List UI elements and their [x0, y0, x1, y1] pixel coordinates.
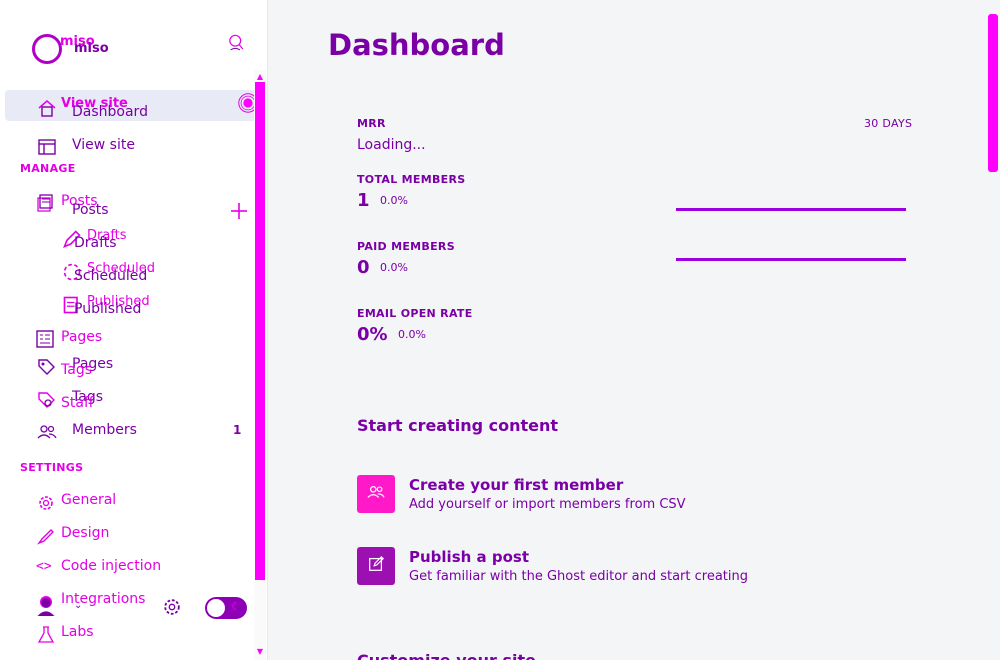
pages-icon [35, 329, 55, 349]
user-avatar-icon[interactable] [36, 596, 62, 622]
email-open-rate-value: 0% [357, 324, 388, 345]
scroll-up-arrow-icon[interactable]: ▲ [255, 72, 265, 82]
sidebar-item-dashboard[interactable]: Dashboard [72, 104, 148, 120]
night-mode-toggle[interactable]: ☾ [205, 597, 247, 619]
sidebar-item-drafts[interactable]: Drafts [74, 235, 117, 251]
sidebar-item-posts[interactable]: Posts [72, 202, 109, 218]
paid-members-change: 0.0% [380, 261, 408, 274]
search-icon[interactable] [226, 33, 248, 59]
sidebar-item-view-site[interactable]: View site [72, 137, 135, 153]
settings-section-heading: SETTINGS [20, 461, 84, 474]
create-member-description: Add yourself or import members from CSV [409, 497, 686, 512]
sidebar: miso miso View site Dashboard View site … [0, 0, 268, 660]
mrr-value: Loading... [357, 137, 426, 153]
sidebar-item-published[interactable]: Published [74, 301, 141, 317]
total-members-label: TOTAL MEMBERS [357, 173, 466, 186]
customize-site-heading: Customize your site [357, 651, 536, 660]
logo-circle [32, 34, 62, 64]
staff-icon [36, 390, 56, 410]
members-icon [37, 422, 57, 442]
staff-overlay-label[interactable]: Staff [61, 395, 94, 411]
sidebar-item-code-injection[interactable]: Code injection [61, 558, 161, 574]
sidebar-item-members[interactable]: Members [72, 422, 137, 438]
posts-edit-icon [35, 193, 55, 213]
total-members-change: 0.0% [380, 194, 408, 207]
sidebar-scrollbar-thumb[interactable] [255, 82, 265, 580]
settings-gear-icon[interactable] [162, 597, 184, 619]
paid-members-sparkline [676, 258, 906, 261]
paid-members-label: PAID MEMBERS [357, 240, 455, 253]
sidebar-item-labs[interactable]: Labs [61, 624, 94, 640]
pages-overlay-label: Pages [61, 329, 103, 345]
scroll-down-arrow-icon[interactable]: ▼ [255, 647, 265, 657]
sidebar-item-scheduled[interactable]: Scheduled [74, 268, 147, 284]
publish-post-description: Get familiar with the Ghost editor and s… [409, 569, 748, 584]
members-count-badge: 1 [233, 423, 242, 437]
sidebar-item-design[interactable]: Design [61, 525, 109, 541]
moon-icon: ☾ [231, 600, 241, 613]
total-members-value: 1 [357, 190, 370, 211]
sidebar-item-general[interactable]: General [61, 492, 116, 508]
total-members-sparkline [676, 208, 906, 211]
toggle-knob [207, 599, 225, 617]
compose-icon [367, 555, 385, 577]
browser-window-icon [37, 137, 57, 157]
mrr-label: MRR [357, 117, 386, 130]
home-icon [37, 98, 57, 118]
new-post-plus-icon[interactable] [229, 201, 249, 221]
page-title: Dashboard [328, 28, 505, 62]
tags-overlay-label: Tags [61, 362, 92, 378]
publish-post-icon-box[interactable] [357, 547, 395, 585]
brush-icon [36, 526, 56, 546]
email-open-rate-change: 0.0% [398, 328, 426, 341]
gear-icon [36, 493, 56, 513]
logo-name-text: miso [74, 41, 109, 56]
start-creating-heading: Start creating content [357, 416, 559, 435]
publish-post-title[interactable]: Publish a post [409, 548, 529, 566]
code-icon: <> [36, 559, 52, 574]
create-member-icon-box[interactable] [357, 475, 395, 513]
paid-members-value: 0 [357, 257, 370, 278]
main-scrollbar-thumb[interactable] [988, 14, 998, 172]
tag-icon [36, 357, 56, 377]
create-member-title[interactable]: Create your first member [409, 476, 623, 494]
manage-section-heading: MANAGE [20, 162, 76, 175]
range-selector[interactable]: 30 DAYS [864, 117, 912, 130]
site-logo[interactable]: miso miso [32, 34, 112, 64]
chevron-down-icon[interactable]: ⌄ [74, 600, 82, 611]
email-open-rate-label: EMAIL OPEN RATE [357, 307, 473, 320]
members-icon [367, 483, 385, 505]
flask-icon [36, 625, 56, 645]
